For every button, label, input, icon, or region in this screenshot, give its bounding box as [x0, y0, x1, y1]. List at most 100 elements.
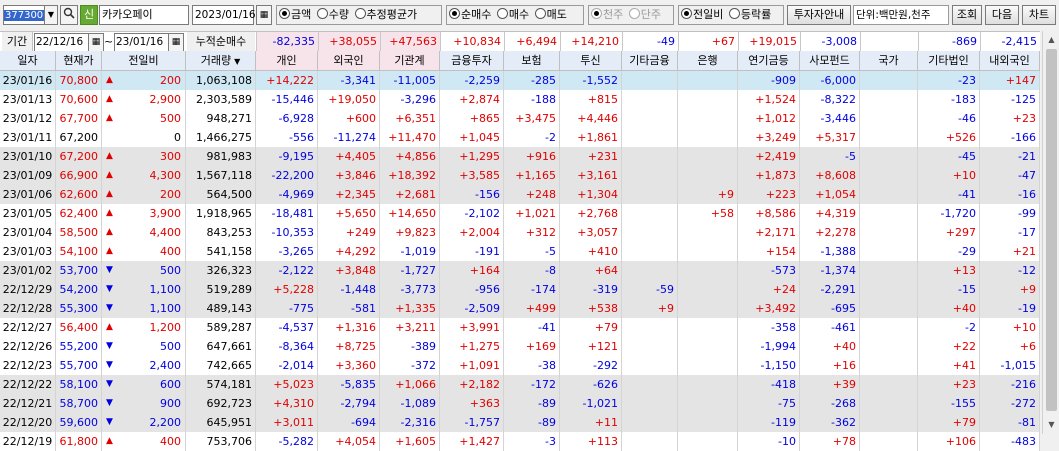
table-row[interactable]: 23/01/06 62,600 ▲ 200 564,500 -4,969 +2,345 +2,… [0, 185, 1040, 204]
investor-value-cell: +1,524 [738, 90, 800, 109]
investor-value-cell: -11,005 [380, 71, 440, 90]
stock-code-input[interactable]: 377300 [3, 5, 45, 25]
table-row[interactable]: 23/01/05 62,400 ▲ 3,900 1,918,965 -18,481 +5,6… [0, 204, 1040, 223]
column-header[interactable]: 기타법인 [918, 51, 980, 71]
column-header[interactable]: 금융투자 [440, 51, 504, 71]
radio-single-shares[interactable]: 단주 [628, 6, 661, 24]
change-cell: ▼ 900 [102, 394, 186, 413]
investor-value-cell [860, 128, 918, 147]
investor-value-cell: +39 [800, 375, 860, 394]
table-row[interactable]: 22/12/26 55,200 ▼ 500 647,661 -8,364 +8,725 -38… [0, 337, 1040, 356]
investor-value-cell: +2,345 [318, 185, 380, 204]
radio-change-rate[interactable]: 등락률 [728, 6, 771, 24]
query-button[interactable]: 조회 [952, 5, 982, 25]
table-row[interactable]: 23/01/10 67,200 ▲ 300 981,983 -9,195 +4,405 +4,… [0, 147, 1040, 166]
column-header[interactable]: 내외국인 [980, 51, 1040, 71]
chart-button[interactable]: 차트 [1022, 5, 1056, 25]
next-button[interactable]: 다음 [985, 5, 1019, 25]
column-header[interactable]: 투신 [560, 51, 622, 71]
investor-value-cell: +363 [440, 394, 504, 413]
table-row[interactable]: 22/12/23 55,700 ▼ 2,400 742,665 -2,014 +3,360-… [0, 356, 1040, 375]
table-row[interactable]: 23/01/03 54,100 ▲ 400 541,158 -3,265 +4,292 -1,… [0, 242, 1040, 261]
radio-avg-price[interactable]: 추정평균가 [354, 6, 417, 24]
date-cell: 22/12/19 [0, 432, 56, 451]
period-to-input[interactable]: 23/01/16 [114, 33, 169, 52]
price-cell: 70,600 [56, 90, 102, 109]
investor-value-cell: -694 [318, 413, 380, 432]
scroll-up-button[interactable]: ▲ [1044, 32, 1059, 47]
radio-amount[interactable]: 금액 [279, 6, 311, 24]
stock-name-field[interactable]: 카카오페이 [99, 5, 189, 25]
change-cell: ▼ 2,200 [102, 413, 186, 432]
column-header[interactable]: 사모펀드 [800, 51, 860, 71]
investor-value-cell: +231 [560, 147, 622, 166]
investor-value-cell: +3,211 [380, 318, 440, 337]
toolbar: 377300 ▼ 신 카카오페이 2023/01/16 ▦ 금액 수량 추정평균… [0, 0, 1059, 30]
change-value: 2,400 [149, 359, 182, 372]
investor-value-cell [678, 375, 738, 394]
sort-dropdown-icon[interactable]: ▼ [234, 57, 240, 66]
investor-value-cell: -5,282 [256, 432, 318, 451]
period-from-input[interactable]: 22/12/16 [34, 33, 89, 52]
investor-value-cell: +3,585 [440, 166, 504, 185]
table-row[interactable]: 22/12/21 58,700 ▼ 900 692,723 +4,310 -2,794 -1,… [0, 394, 1040, 413]
period-to-calendar-button[interactable]: ▦ [168, 33, 184, 52]
table-row[interactable]: 22/12/20 59,600 ▼ 2,200 645,951 +3,011 -694 -2,… [0, 413, 1040, 432]
table-row[interactable]: 22/12/27 56,400 ▲ 1,200 589,287 -4,537 +1,316 +… [0, 318, 1040, 337]
change-value: 500 [160, 264, 181, 277]
radio-quantity[interactable]: 수량 [316, 6, 349, 24]
investor-value-cell [860, 185, 918, 204]
table-row[interactable]: 23/01/11 67,200 0 1,466,275 -556 -11,274 +11,4… [0, 128, 1040, 147]
radio-net-buy[interactable]: 순매수 [449, 6, 491, 24]
radio-buy[interactable]: 매수 [496, 6, 529, 24]
calendar-button[interactable]: ▦ [256, 5, 272, 25]
investor-value-cell: +2,419 [738, 147, 800, 166]
up-arrow-icon: ▲ [106, 246, 113, 256]
table-row[interactable]: 22/12/29 54,200 ▼ 1,100 519,289 +5,228 -1,448-… [0, 280, 1040, 299]
investor-value-cell [860, 432, 918, 451]
scroll-thumb[interactable] [1046, 49, 1057, 411]
table-row[interactable]: 22/12/28 55,300 ▼ 1,100 489,143 -775 -581 +1,33… [0, 299, 1040, 318]
vertical-scrollbar[interactable]: ▲ ▼ [1042, 31, 1059, 434]
radio-thousand-shares[interactable]: 천주 [591, 6, 623, 24]
period-from-calendar-button[interactable]: ▦ [88, 33, 104, 52]
table-row[interactable]: 23/01/09 66,900 ▲ 4,300 1,567,118 -22,200 +3,8… [0, 166, 1040, 185]
investor-value-cell: -556 [256, 128, 318, 147]
column-header[interactable]: 거래량 ▼ [186, 51, 256, 71]
investor-value-cell: +1,165 [504, 166, 560, 185]
column-header[interactable]: 전일비 [102, 51, 186, 71]
investor-guide-button[interactable]: 투자자안내 [787, 5, 851, 25]
radio-prev-diff[interactable]: 전일비 [681, 6, 723, 24]
column-header[interactable]: 외국인 [318, 51, 380, 71]
table-row[interactable]: 23/01/04 58,500 ▲ 4,400 843,253 -10,353 +249 +9… [0, 223, 1040, 242]
column-header[interactable]: 기관계 [380, 51, 440, 71]
table-row[interactable]: 22/12/22 58,100 ▼ 600 574,181 +5,023 -5,835 +1,… [0, 375, 1040, 394]
investor-value-cell [860, 299, 918, 318]
column-header[interactable]: 연기금등 [738, 51, 800, 71]
column-header[interactable]: 일자 [0, 51, 56, 71]
investor-value-cell: +9,823 [380, 223, 440, 242]
scroll-down-button[interactable]: ▼ [1044, 417, 1059, 432]
table-row[interactable]: 22/12/19 61,800 ▲ 400 753,706 -5,282 +4,054 +1,… [0, 432, 1040, 451]
column-header[interactable]: 현재가 [56, 51, 102, 71]
investor-value-cell: +40 [918, 299, 980, 318]
investor-value-cell: +297 [918, 223, 980, 242]
column-header[interactable]: 은행 [678, 51, 738, 71]
investor-value-cell: -125 [980, 90, 1040, 109]
table-row[interactable]: 23/01/02 53,700 ▼ 500 326,323 -2,122 +3,848 -1,… [0, 261, 1040, 280]
radio-sell[interactable]: 매도 [534, 6, 567, 24]
price-cell: 53,700 [56, 261, 102, 280]
table-row[interactable]: 23/01/16 70,800 ▲ 200 1,063,108 +14,222 -3,341… [0, 71, 1040, 90]
search-button[interactable] [60, 5, 78, 25]
date-input[interactable]: 2023/01/16 [192, 5, 256, 25]
code-dropdown-button[interactable]: ▼ [44, 5, 58, 25]
investor-value-cell: +1,295 [440, 147, 504, 166]
column-header[interactable]: 개인 [256, 51, 318, 71]
table-row[interactable]: 23/01/13 70,600 ▲ 2,900 2,303,589 -15,446 +19,… [0, 90, 1040, 109]
column-header[interactable]: 국가 [860, 51, 918, 71]
investor-value-cell: +248 [504, 185, 560, 204]
column-header[interactable]: 기타금융 [622, 51, 678, 71]
column-header[interactable]: 보험 [504, 51, 560, 71]
investor-value-cell [678, 166, 738, 185]
table-row[interactable]: 23/01/12 67,700 ▲ 500 948,271 -6,928 +600 +6,35… [0, 109, 1040, 128]
